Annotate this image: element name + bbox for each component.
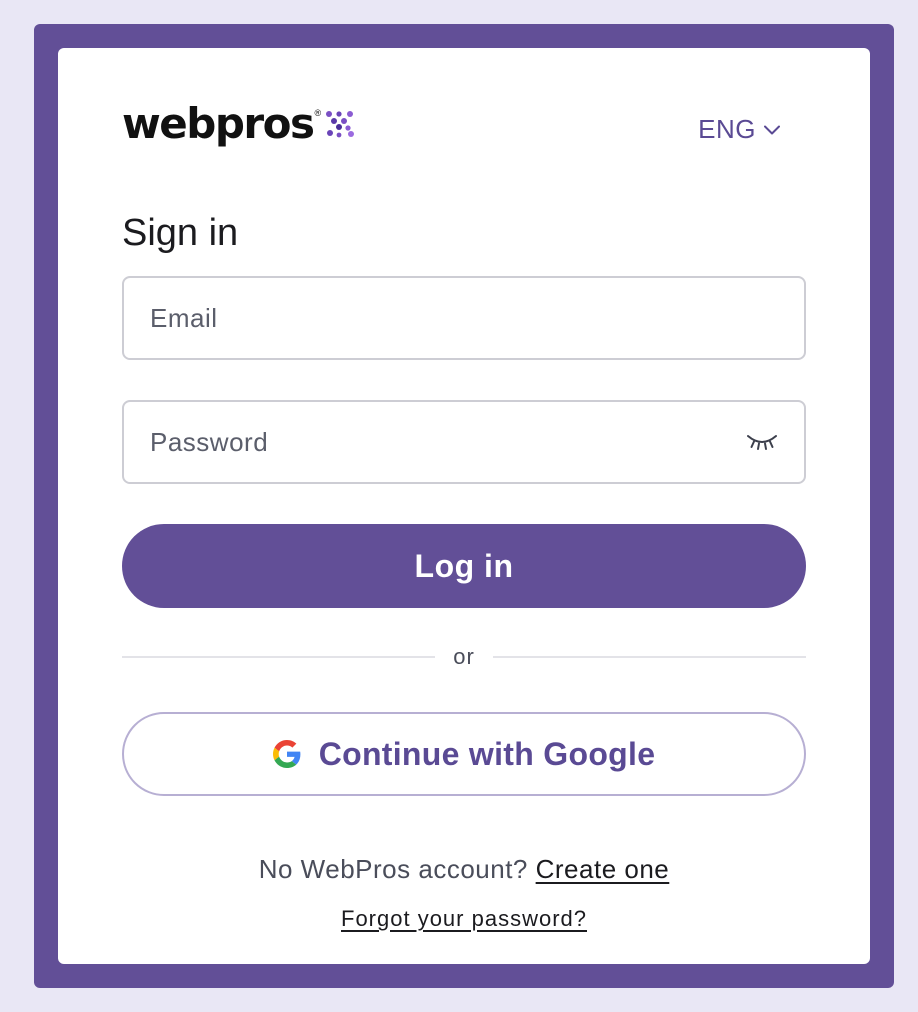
divider-line-right [492,656,806,658]
language-label: ENG [698,114,756,144]
webpros-dots-icon [326,111,355,138]
forgot-password-row: Forgot your password? [58,906,870,932]
sign-in-card: webpros ® ENG Sign in Email Log in or Co… [58,48,870,964]
continue-with-google-button[interactable]: Continue with Google [122,712,806,796]
chevron-down-icon [764,125,780,134]
divider-line-left [122,656,436,658]
email-field[interactable] [122,276,806,360]
password-input[interactable] [150,426,746,458]
page-title: Sign in [122,212,239,254]
password-field[interactable] [122,400,806,484]
page-frame: webpros ® ENG Sign in Email Log in or Co… [34,24,894,988]
webpros-logo: webpros ® [122,100,355,148]
create-account-link[interactable]: Create one [536,854,670,884]
divider-text: or [453,644,475,669]
forgot-password-link[interactable]: Forgot your password? [341,906,587,931]
google-g-icon [272,740,301,768]
google-button-label: Continue with Google [318,735,656,772]
language-selector[interactable]: ENG [698,114,780,145]
login-button[interactable]: Log in [122,524,806,608]
logo-text: webpros [122,99,315,148]
no-account-text: No WebPros account? [258,854,528,884]
or-divider: or [122,644,806,670]
logo-registered-mark: ® [314,108,322,118]
eye-closed-icon[interactable] [746,432,778,452]
signup-prompt: No WebPros account? Create one [58,854,870,885]
email-input[interactable] [150,302,778,334]
